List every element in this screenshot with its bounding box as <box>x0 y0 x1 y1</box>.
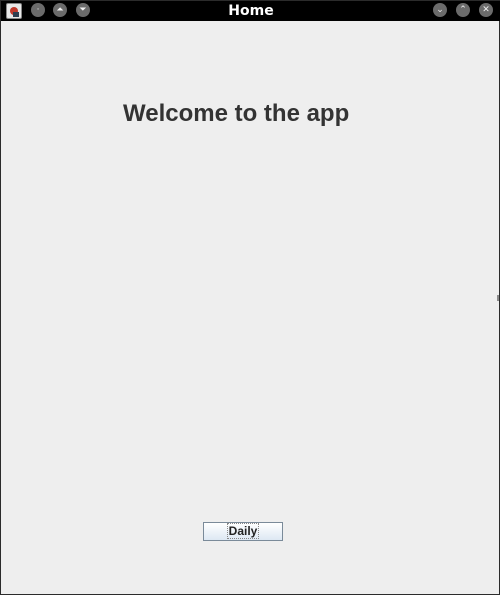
welcome-heading: Welcome to the app <box>123 100 350 127</box>
app-window: · ⏶ ⏷ Home ⌄ ⌃ ✕ Welcome to the app Dail… <box>0 0 500 595</box>
chevron-up-icon[interactable]: ⌃ <box>456 3 470 17</box>
chevron-down-icon[interactable]: ⌄ <box>433 3 447 17</box>
daily-button-label: Daily <box>226 523 260 539</box>
main-content: Welcome to the app Daily <box>2 22 499 594</box>
daily-button[interactable]: Daily <box>203 522 283 541</box>
close-icon[interactable]: ✕ <box>479 3 493 17</box>
resize-handle[interactable] <box>497 295 499 301</box>
window-title: Home <box>228 3 274 19</box>
title-bar[interactable]: · ⏶ ⏷ Home ⌄ ⌃ ✕ <box>1 1 500 21</box>
